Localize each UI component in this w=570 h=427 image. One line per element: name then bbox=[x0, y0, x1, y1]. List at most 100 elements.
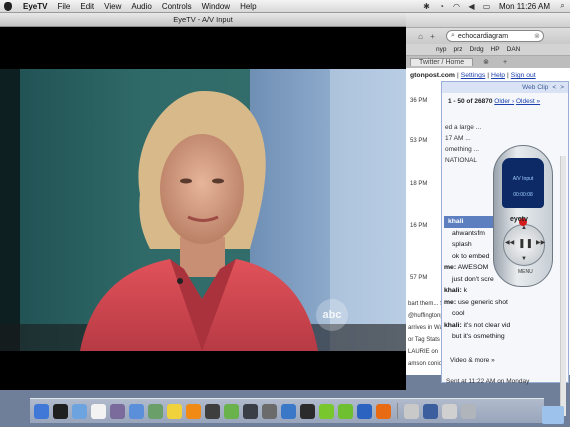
channel-logo: abc bbox=[316, 299, 348, 331]
chat-text: AWESOM bbox=[457, 264, 489, 271]
time-machine-icon[interactable] bbox=[243, 403, 258, 419]
bookmark-drdg[interactable]: Drdg bbox=[470, 46, 484, 53]
feed-item[interactable]: @huffingtonp bbox=[408, 310, 444, 322]
prev-icon[interactable]: < bbox=[552, 84, 556, 91]
firefox-icon[interactable] bbox=[376, 403, 391, 419]
script-icon[interactable] bbox=[404, 403, 419, 419]
chat-line: but it's osmething bbox=[452, 333, 505, 340]
timestamp: 53 PM bbox=[410, 138, 428, 144]
chat-sender: khali: bbox=[444, 321, 462, 329]
dashboard-icon[interactable] bbox=[53, 403, 68, 419]
next-icon[interactable]: > bbox=[560, 84, 564, 91]
timestamp: 57 PM bbox=[410, 275, 428, 281]
channel-up-icon[interactable]: ▲ bbox=[521, 225, 527, 231]
remote-time-label: 00:00:08 bbox=[513, 192, 533, 198]
wifi-icon[interactable]: ◠ bbox=[452, 2, 461, 11]
menu-file[interactable]: File bbox=[52, 2, 75, 11]
vlc-icon[interactable] bbox=[186, 403, 201, 419]
sent-at-text: Sent at 11:22 AM on Monday bbox=[446, 378, 530, 385]
fast-forward-icon[interactable]: ▶▶ bbox=[536, 239, 545, 246]
camera-icon[interactable] bbox=[300, 403, 315, 419]
bookmarks-bar: nyp prz Drdg HP DAN bbox=[406, 44, 570, 56]
bluetooth-icon[interactable]: ✱ bbox=[422, 2, 431, 11]
alien-icon[interactable] bbox=[224, 403, 239, 419]
finder-icon[interactable] bbox=[34, 403, 49, 419]
search-input[interactable]: ⌕ echocardiagram ⊗ bbox=[446, 30, 544, 42]
email-snippet[interactable]: omething ... bbox=[445, 144, 481, 155]
help-link[interactable]: Help bbox=[491, 72, 505, 79]
pause-icon[interactable]: ❚❚ bbox=[518, 238, 533, 249]
mail-icon[interactable] bbox=[72, 403, 87, 419]
email-list: ed a large ... 17 AM ... omething ... NA… bbox=[445, 122, 481, 166]
calendar-icon[interactable] bbox=[91, 403, 106, 419]
video-more-link[interactable]: Video & more » bbox=[450, 357, 495, 364]
web-clip-scrollbar[interactable] bbox=[560, 156, 566, 416]
menu-help[interactable]: Help bbox=[235, 2, 261, 11]
bookmark-prz[interactable]: prz bbox=[453, 46, 462, 53]
menubar-clock[interactable]: Mon 11:26 AM bbox=[494, 2, 555, 11]
stacks-icon[interactable] bbox=[423, 403, 438, 419]
count-text: 1 - 50 of 26870 bbox=[448, 98, 493, 105]
email-snippet[interactable]: 17 AM ... bbox=[445, 133, 481, 144]
itunes-icon[interactable] bbox=[129, 403, 144, 419]
chat-sender: khali: bbox=[444, 287, 462, 294]
vitals-icon[interactable] bbox=[357, 403, 372, 419]
printer-icon[interactable] bbox=[442, 403, 457, 419]
tab-twitter-home[interactable]: Twitter / Home bbox=[410, 58, 474, 66]
settings-link[interactable]: Settings bbox=[461, 72, 486, 79]
email-snippet[interactable]: ed a large ... bbox=[445, 122, 481, 133]
apple-menu-icon[interactable] bbox=[4, 1, 12, 11]
folder-icon[interactable] bbox=[542, 406, 564, 424]
menu-app-eyetv[interactable]: EyeTV bbox=[18, 2, 52, 11]
menu-view[interactable]: View bbox=[99, 2, 126, 11]
bookmark-hp[interactable]: HP bbox=[491, 46, 500, 53]
timestamp: 16 PM bbox=[410, 223, 428, 229]
battery-icon[interactable]: ▭ bbox=[482, 2, 491, 11]
close-tab-icon[interactable]: ⊗ bbox=[479, 57, 493, 67]
system-prefs-icon[interactable] bbox=[262, 403, 277, 419]
spotlight-icon[interactable]: ⌕ bbox=[558, 1, 567, 10]
chat-sender: me: bbox=[444, 264, 457, 271]
swirl-green-2-icon[interactable] bbox=[338, 403, 353, 419]
separator: | bbox=[487, 72, 490, 79]
email-snippet[interactable]: NATIONAL bbox=[445, 155, 481, 166]
feed-item[interactable]: amson conion bbox=[408, 358, 444, 370]
channel-down-icon[interactable]: ▼ bbox=[521, 256, 527, 262]
eyetv-remote: A/V Input 00:00:08 eyetv ▲ ❚❚ ◀◀ ▶▶ ▼ ME… bbox=[493, 145, 553, 287]
video-frame[interactable]: abc bbox=[0, 69, 406, 351]
menu-audio[interactable]: Audio bbox=[126, 2, 156, 11]
feed-item[interactable]: or Tag Stats A bbox=[408, 334, 444, 346]
menu-controls[interactable]: Controls bbox=[157, 2, 197, 11]
menu-window[interactable]: Window bbox=[197, 2, 235, 11]
dock-separator bbox=[397, 403, 398, 419]
preview-icon[interactable] bbox=[148, 403, 163, 419]
compass-icon[interactable] bbox=[281, 403, 296, 419]
clear-search-icon[interactable]: ⊗ bbox=[534, 32, 540, 40]
rewind-icon[interactable]: ◀◀ bbox=[505, 239, 514, 246]
sign-out-link[interactable]: Sign out bbox=[511, 72, 536, 79]
oldest-link[interactable]: Oldest » bbox=[516, 98, 540, 105]
menu-edit[interactable]: Edit bbox=[75, 2, 99, 11]
timestamp: 36 PM bbox=[410, 98, 428, 104]
trash-icon[interactable] bbox=[461, 403, 476, 419]
bookmark-icon[interactable]: ⌂ bbox=[416, 32, 425, 41]
older-link[interactable]: Older › bbox=[494, 98, 514, 105]
bookmark-dan[interactable]: DAN bbox=[507, 46, 521, 53]
stickies-icon[interactable] bbox=[167, 403, 182, 419]
imovie-icon[interactable] bbox=[205, 403, 220, 419]
swirl-green-icon[interactable] bbox=[319, 403, 334, 419]
feed-item[interactable]: bart them... Ser bbox=[408, 298, 444, 310]
chat-sender: me: bbox=[444, 298, 457, 306]
browser-titlebar[interactable] bbox=[406, 13, 570, 28]
volume-icon[interactable]: ◀ bbox=[467, 2, 476, 11]
remote-menu-button[interactable]: MENU bbox=[518, 269, 533, 275]
feed-item[interactable]: LAURIE on bbox=[408, 346, 444, 358]
remote-logo: eyetv bbox=[510, 216, 528, 223]
time-machine-icon[interactable]: ◔ bbox=[437, 2, 446, 11]
photos-icon[interactable] bbox=[110, 403, 125, 419]
bookmark-nyp[interactable]: nyp bbox=[436, 46, 446, 53]
new-tab-icon[interactable]: + bbox=[499, 58, 511, 67]
player-titlebar[interactable]: EyeTV - A/V Input bbox=[0, 13, 406, 27]
add-icon[interactable]: + bbox=[428, 32, 437, 41]
feed-item[interactable]: arrives in Wa bbox=[408, 322, 444, 334]
